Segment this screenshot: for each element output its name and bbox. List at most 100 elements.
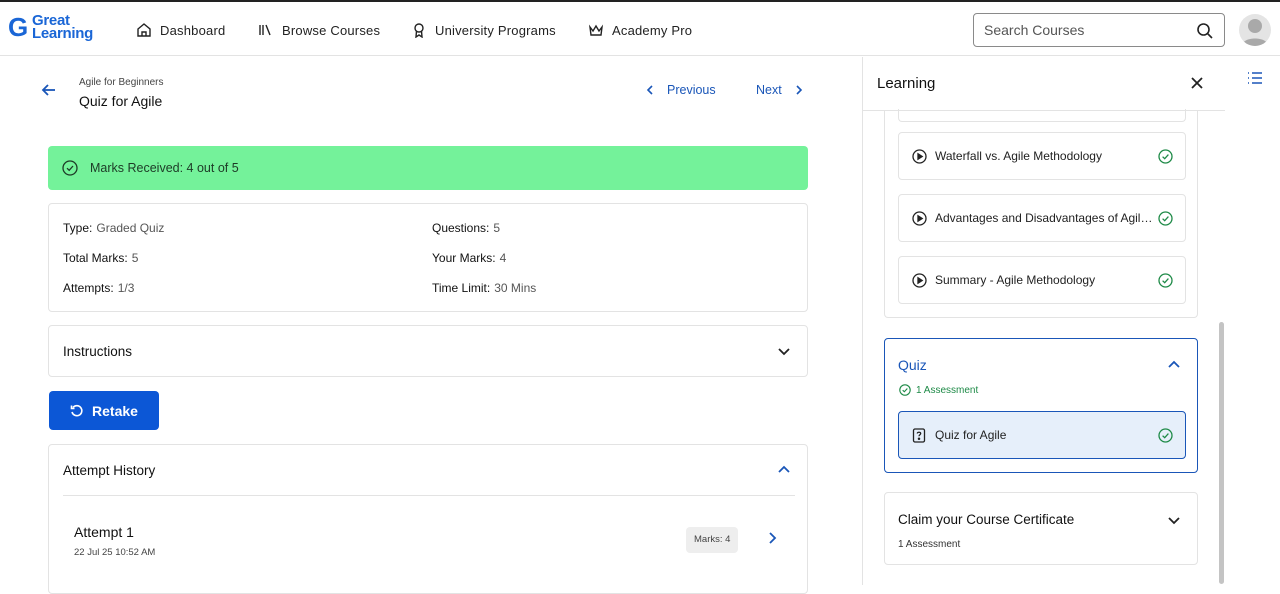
home-icon [137,23,151,37]
quiz-module-subtitle: 1 Assessment [899,384,978,396]
close-icon[interactable] [1190,76,1204,90]
nav-browse-courses[interactable]: Browse Courses [258,20,380,40]
lesson-item[interactable]: Advantages and Disadvantages of Agile Me… [898,194,1186,242]
detail-your-key: Your Marks: [432,251,496,265]
check-circle-icon [1158,273,1173,288]
detail-total-marks: Total Marks: 5 [63,251,138,265]
instructions-accordion[interactable]: Instructions [48,325,808,377]
search-box [973,13,1225,47]
attempt-history-title: Attempt History [63,463,156,478]
detail-time-limit: Time Limit: 30 Mins [432,281,536,295]
detail-type-key: Type: [63,221,93,235]
quiz-module-subtitle-text: 1 Assessment [916,384,979,396]
detail-type-value: Graded Quiz [96,221,165,235]
certificate-module[interactable]: Claim your Course Certificate 1 Assessme… [884,492,1198,565]
attempt-row[interactable]: Attempt 1 22 Jul 25 10:52 AM Marks: 4 [49,496,807,586]
top-navbar: G Great Learning Dashboard Browse Course… [0,0,1280,56]
detail-questions-value: 5 [493,221,501,235]
detail-questions: Questions: 5 [432,221,500,235]
quiz-document-icon [912,428,926,443]
detail-total-key: Total Marks: [63,251,128,265]
chevron-right-icon [769,532,777,544]
quiz-module: Quiz 1 Assessment Quiz for Agile [884,338,1198,473]
check-circle-icon [1158,428,1173,443]
marks-received-banner: Marks Received: 4 out of 5 [48,146,808,190]
chevron-down-icon [1168,517,1180,525]
attempt-date: 22 Jul 25 10:52 AM [74,547,156,558]
chevron-down-icon [778,348,790,356]
lesson-item[interactable]: Summary - Agile Methodology [898,256,1186,304]
next-button[interactable]: Next [756,83,804,97]
detail-type: Type: Graded Quiz [63,221,164,235]
sidebar-scrollbar[interactable] [1219,322,1224,584]
lesson-item-partial[interactable] [898,109,1186,122]
back-arrow-icon[interactable] [40,81,58,99]
lesson-item[interactable]: Waterfall vs. Agile Methodology [898,132,1186,180]
nav-university-programs-label: University Programs [435,22,556,38]
detail-time-key: Time Limit: [432,281,491,295]
lesson-title: Waterfall vs. Agile Methodology [935,149,1102,163]
library-icon [259,24,271,36]
great-learning-logo[interactable]: G Great Learning [8,12,100,46]
nav-dashboard-label: Dashboard [160,22,226,38]
refresh-icon [70,404,83,416]
previous-button[interactable]: Previous [645,83,716,97]
chevron-up-icon[interactable] [777,463,791,477]
list-icon[interactable] [1247,71,1263,85]
avatar-icon [1242,19,1268,46]
quiz-item-active[interactable]: Quiz for Agile [898,411,1186,459]
previous-label: Previous [667,83,716,97]
detail-time-value: 30 Mins [494,281,537,295]
learning-sidebar: Learning Waterfall vs. Agile Methodology… [862,57,1225,585]
detail-your-value: 4 [499,251,507,265]
award-icon [414,23,424,38]
breadcrumb[interactable]: Agile for Beginners [79,77,164,88]
quiz-main-panel: Agile for Beginners Quiz for Agile Previ… [0,57,862,594]
nav-university-programs[interactable]: University Programs [411,20,556,40]
chevron-left-icon [646,85,653,95]
instructions-label: Instructions [63,344,133,359]
check-circle-icon [899,384,911,396]
nav-browse-courses-label: Browse Courses [282,22,381,38]
logo-text-line2: Learning [32,25,93,42]
attempt-name: Attempt 1 [74,524,134,540]
play-circle-icon [912,211,927,226]
search-icon[interactable] [1196,22,1214,40]
detail-attempts-value: 1/3 [117,281,135,295]
search-input[interactable] [974,15,1184,45]
user-avatar[interactable] [1239,14,1271,46]
retake-button[interactable]: Retake [49,391,159,430]
logo-mark: G [8,12,29,42]
page-title: Quiz for Agile [79,93,163,109]
next-label: Next [756,83,782,97]
detail-your-marks: Your Marks: 4 [432,251,506,265]
chevron-up-icon[interactable] [1167,358,1181,372]
quiz-details-card: Type: Graded Quiz Questions: 5 Total Marks… [48,203,808,312]
crown-icon [588,24,604,36]
play-circle-icon [912,149,927,164]
detail-total-value: 5 [131,251,139,265]
certificate-subtitle: 1 Assessment [898,539,961,550]
attempt-history-card: Attempt History Attempt 1 22 Jul 25 10:5… [48,444,808,594]
nav-academy-pro-label: Academy Pro [612,22,693,38]
check-circle-icon [1158,149,1173,164]
right-rail [1225,57,1280,585]
nav-academy-pro[interactable]: Academy Pro [588,20,692,40]
quiz-item-title: Quiz for Agile [935,428,1007,442]
check-circle-icon [1158,211,1173,226]
check-circle-icon [62,160,78,176]
retake-label: Retake [92,402,138,419]
detail-attempts: Attempts: 1/3 [63,281,134,295]
nav-dashboard[interactable]: Dashboard [136,20,225,40]
attempt-marks-badge: Marks: 4 [686,527,739,553]
quiz-module-title[interactable]: Quiz [898,357,927,373]
marks-received-text: Marks Received: 4 out of 5 [90,161,239,175]
sidebar-title: Learning [877,75,936,92]
lesson-title: Summary - Agile Methodology [935,273,1096,287]
detail-questions-key: Questions: [432,221,490,235]
module-lessons-list: Waterfall vs. Agile Methodology Advantag… [884,109,1198,318]
play-circle-icon [912,273,927,288]
detail-attempts-key: Attempts: [63,281,114,295]
chevron-right-icon [796,85,802,95]
certificate-title: Claim your Course Certificate [898,512,1075,527]
